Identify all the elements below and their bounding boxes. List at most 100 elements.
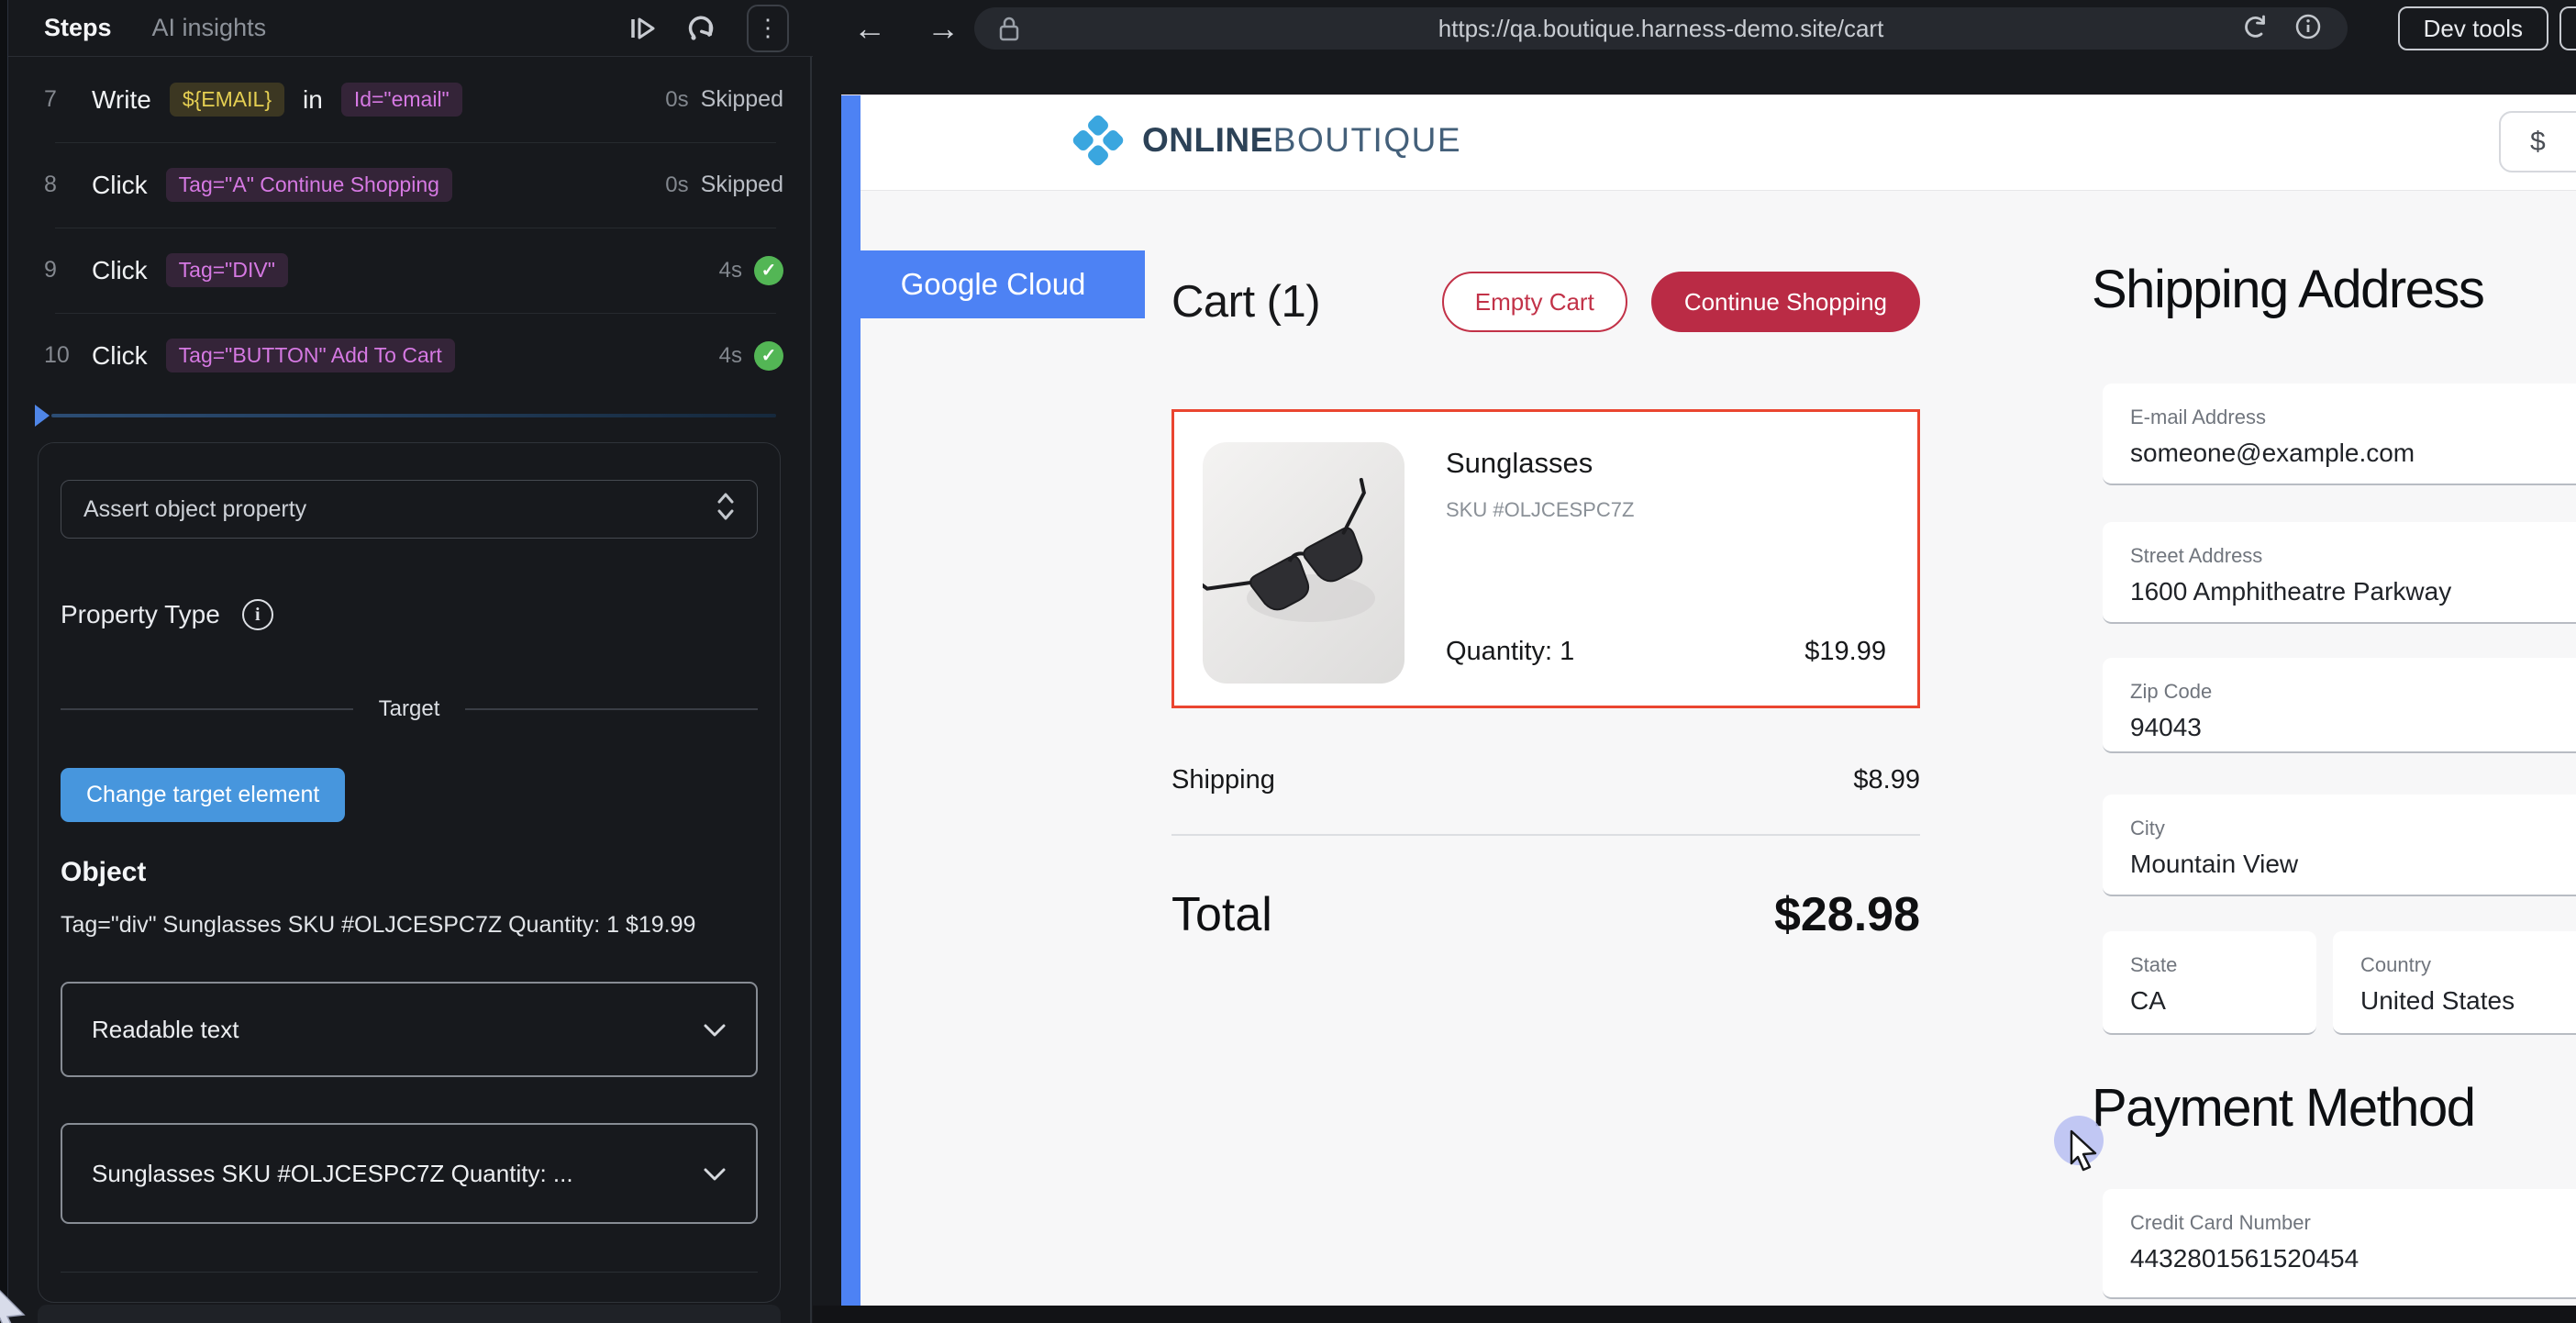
step-number: 7 <box>44 86 73 113</box>
step-duration: 4s <box>719 258 742 284</box>
field-value: United States <box>2360 986 2576 1016</box>
zip-code-field[interactable]: Zip Code 94043 <box>2103 658 2576 753</box>
secondary-cursor-icon <box>0 1278 39 1323</box>
step-passed-check-icon: ✓ <box>754 256 783 285</box>
app-window: Steps AI insights ⋮ 7 Write ${EMAIL} in … <box>0 0 2576 1323</box>
progress-line <box>51 414 776 417</box>
devtools-button[interactable]: Dev tools <box>2398 6 2548 50</box>
field-label: Street Address <box>2130 544 2576 568</box>
panel-footer-strip <box>38 1305 781 1323</box>
step-action: Click <box>92 341 148 371</box>
shipping-label: Shipping <box>1171 765 1275 795</box>
step-number: 8 <box>44 172 73 198</box>
step-number: 10 <box>44 342 73 369</box>
total-value: $28.98 <box>1774 887 1920 942</box>
email-field[interactable]: E-mail Address someone@example.com <box>2103 384 2576 485</box>
browser-bottom-bar <box>813 1306 2576 1323</box>
assertion-type-value: Assert object property <box>83 496 306 523</box>
test-steps-panel: Steps AI insights ⋮ 7 Write ${EMAIL} in … <box>0 0 813 1323</box>
field-label: Credit Card Number <box>2130 1211 2576 1235</box>
mouse-cursor-icon <box>2068 1129 2103 1176</box>
payment-method-heading: Payment Method <box>2092 1077 2474 1139</box>
field-label: E-mail Address <box>2130 406 2576 429</box>
step-row-7[interactable]: 7 Write ${EMAIL} in Id="email" 0s Skippe… <box>0 57 813 142</box>
chevron-down-icon <box>703 1160 727 1188</box>
field-label: Zip Code <box>2130 680 2576 704</box>
readable-text-value: Readable text <box>92 1016 239 1044</box>
step-action: Click <box>92 256 148 285</box>
tab-steps[interactable]: Steps <box>44 14 112 42</box>
selector-chip: Tag="BUTTON" Add To Cart <box>166 339 455 372</box>
browser-pane: ← → https://qa.boutique.harness-demo.sit… <box>813 0 2576 1323</box>
step-status: Skipped <box>701 172 783 198</box>
step-row-9[interactable]: 9 Click Tag="DIV" 4s ✓ <box>0 228 813 313</box>
gcp-ribbon-strip <box>841 95 861 1306</box>
cart-item-card-highlighted[interactable]: Sunglasses SKU #OLJCESPC7Z Quantity: 1 $… <box>1171 409 1920 708</box>
street-address-field[interactable]: Street Address 1600 Amphitheatre Parkway <box>2103 522 2576 624</box>
online-boutique-logo[interactable]: ONLINEBOUTIQUE <box>1069 111 1461 170</box>
cart-title: Cart (1) <box>1171 276 1320 328</box>
resume-run-icon[interactable] <box>627 14 657 43</box>
city-field[interactable]: City Mountain View <box>2103 795 2576 896</box>
credit-card-number-field[interactable]: Credit Card Number 4432801561520454 <box>2103 1189 2576 1299</box>
change-target-button[interactable]: Change target element <box>61 768 345 822</box>
product-image-sunglasses <box>1203 442 1405 684</box>
state-field[interactable]: State CA <box>2103 931 2316 1035</box>
info-icon[interactable]: i <box>242 599 273 630</box>
url-text[interactable]: https://qa.boutique.harness-demo.site/ca… <box>974 7 2348 50</box>
target-label: Target <box>379 696 440 722</box>
target-divider: Target <box>61 696 758 722</box>
selector-chip: Tag="DIV" <box>166 253 288 287</box>
summary-divider <box>1171 834 1920 836</box>
kebab-menu-icon[interactable]: ⋮ <box>747 5 789 52</box>
assertion-editor-card: Assert object property Property Type i T… <box>38 442 781 1303</box>
product-sku: SKU #OLJCESPC7Z <box>1446 498 1634 522</box>
step-number: 9 <box>44 257 73 284</box>
playback-progress <box>0 398 813 437</box>
currency-selector[interactable]: $ <box>2499 111 2576 172</box>
address-bar[interactable]: https://qa.boutique.harness-demo.site/ca… <box>974 7 2348 50</box>
panel-header: Steps AI insights ⋮ <box>0 0 813 57</box>
refresh-icon[interactable] <box>2241 13 2269 45</box>
continue-shopping-button[interactable]: Continue Shopping <box>1651 272 1920 332</box>
page-info-icon[interactable] <box>2294 13 2322 45</box>
expected-value-dropdown[interactable]: Sunglasses SKU #OLJCESPC7Z Quantity: ... <box>61 1123 758 1224</box>
field-value: Mountain View <box>2130 850 2576 879</box>
field-value: CA <box>2130 986 2289 1016</box>
tab-ai-insights[interactable]: AI insights <box>152 14 267 42</box>
field-value: 94043 <box>2130 713 2576 742</box>
assertion-type-select[interactable]: Assert object property <box>61 480 758 539</box>
step-status: Skipped <box>701 86 783 113</box>
step-duration: 0s <box>665 172 688 198</box>
product-price: $19.99 <box>1804 637 1886 667</box>
step-connector: in <box>303 85 323 115</box>
card-bottom-divider <box>61 1272 758 1273</box>
google-cloud-ribbon: Google Cloud <box>841 250 1145 318</box>
total-label: Total <box>1171 887 1272 942</box>
field-value: someone@example.com <box>2130 439 2576 468</box>
partial-toolbar-button[interactable] <box>2559 6 2576 50</box>
step-duration: 0s <box>665 87 688 113</box>
shipping-value: $8.99 <box>1853 765 1920 795</box>
site-header: ONLINEBOUTIQUE $ <box>841 95 2576 190</box>
variable-chip: ${EMAIL} <box>170 83 284 117</box>
forward-button[interactable]: → <box>927 9 960 48</box>
country-field[interactable]: Country United States <box>2333 931 2576 1035</box>
back-button[interactable]: ← <box>853 9 886 48</box>
object-description: Tag="div" Sunglasses SKU #OLJCESPC7Z Qua… <box>61 908 703 941</box>
step-row-10[interactable]: 10 Click Tag="BUTTON" Add To Cart 4s ✓ <box>0 313 813 398</box>
step-duration: 4s <box>719 343 742 369</box>
readable-text-dropdown[interactable]: Readable text <box>61 982 758 1077</box>
field-label: State <box>2130 953 2289 977</box>
steps-list: 7 Write ${EMAIL} in Id="email" 0s Skippe… <box>0 57 813 398</box>
playhead-icon[interactable] <box>35 405 50 427</box>
selector-chip: Id="email" <box>341 83 462 117</box>
step-passed-check-icon: ✓ <box>754 341 783 371</box>
step-row-8[interactable]: 8 Click Tag="A" Continue Shopping 0s Ski… <box>0 142 813 228</box>
rerun-icon[interactable] <box>686 13 717 44</box>
boutique-logo-icon <box>1069 111 1127 170</box>
logo-text-light: BOUTIQUE <box>1273 121 1461 159</box>
site-viewport: ONLINEBOUTIQUE $ Google Cloud Cart (1) E… <box>841 94 2576 1306</box>
field-label: City <box>2130 817 2576 840</box>
empty-cart-button[interactable]: Empty Cart <box>1442 272 1627 332</box>
